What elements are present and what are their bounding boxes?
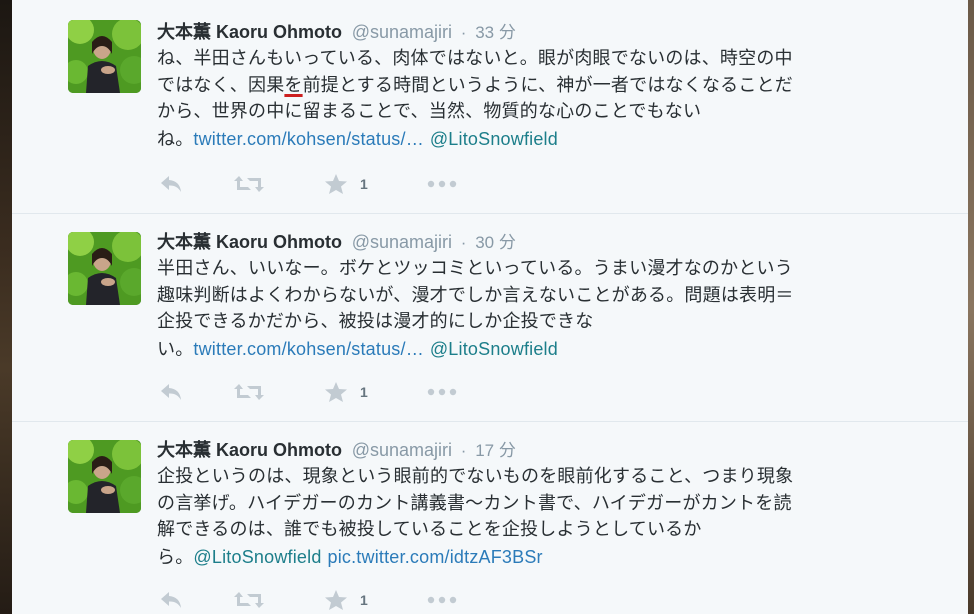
tweet-link[interactable]: twitter.com/kohsen/status/… [193,129,424,149]
tweet-text-line: 企投できるかだから、被投は漫才的にしか企投できな [157,311,594,332]
retweet-button[interactable] [233,378,265,406]
retweet-icon [234,384,264,400]
timestamp[interactable]: 33 分 [475,23,516,42]
tweet-text-line: から、世界の中に留まることで、当然、物質的な心のことでもない [157,101,702,122]
favorite-count: 1 [360,176,368,192]
more-button[interactable] [427,378,457,406]
tweet-actions: 1 [157,170,497,198]
tweet-text: ね、半田さんもいっている、肉体ではないと。眼が肉眼でないのは、時空の中 ではなく… [157,46,897,153]
tweet-link[interactable]: twitter.com/kohsen/status/… [193,339,424,359]
tweet-text-line: 企投というのは、現象という眼前的でないものを眼前化すること、つまり現象 [157,466,794,487]
avatar[interactable] [68,440,141,513]
separator-dot: · [460,233,467,252]
background-left [0,0,12,614]
tweet-header: 大本薫 Kaoru Ohmoto @sunamajiri · 33 分 [157,20,516,45]
tweet-text-line: 半田さん、いいなー。ボケとツッコミといっている。うまい漫才なのかという [157,258,793,279]
fullname[interactable]: 大本薫 Kaoru Ohmoto [157,232,342,252]
more-button[interactable] [427,170,457,198]
favorite-button[interactable]: 1 [324,378,368,406]
username[interactable]: @sunamajiri [352,22,452,42]
avatar[interactable] [68,20,141,93]
tweet-actions: 1 [157,378,497,406]
reply-button[interactable] [159,170,183,198]
more-button[interactable] [427,586,457,614]
mention-link[interactable]: @LitoSnowfield [430,129,558,149]
reply-icon [161,384,181,400]
reply-button[interactable] [159,378,183,406]
username[interactable]: @sunamajiri [352,232,452,252]
tweet-text-line: ではなく、因果を前提とする時間というように、神が一者ではなくなることだ [157,74,793,96]
timestamp[interactable]: 17 分 [475,441,516,460]
tweet-text: 半田さん、いいなー。ボケとツッコミといっている。うまい漫才なのかという 趣味判断… [157,256,897,363]
pic-link[interactable]: pic.twitter.com/idtzAF3BSr [327,547,542,567]
retweet-icon [234,592,264,608]
tweet-text-line: ら。@LitoSnowfield pic.twitter.com/idtzAF3… [157,546,543,568]
retweet-button[interactable] [233,170,265,198]
fullname[interactable]: 大本薫 Kaoru Ohmoto [157,22,342,42]
tweet-text: 企投というのは、現象という眼前的でないものを眼前化すること、つまり現象 の言挙げ… [157,464,897,571]
reply-icon [161,592,181,608]
typo-underline: を [284,74,303,96]
tweet-text-line: ね、半田さんもいっている、肉体ではないと。眼が肉眼でないのは、時空の中 [157,48,793,69]
star-icon [325,382,347,402]
timestamp[interactable]: 30 分 [475,233,516,252]
tweet-text-line: ね。twitter.com/kohsen/status/… @LitoSnowf… [157,128,558,150]
background-right [968,0,974,614]
favorite-count: 1 [360,592,368,608]
reply-button[interactable] [159,586,183,614]
reply-icon [161,176,181,192]
more-icon [427,388,457,396]
tweet-text-line: 趣味判断はよくわからないが、漫才でしか言えないことがある。問題は表明＝ [157,284,794,306]
mention-link[interactable]: @LitoSnowfield [193,547,321,567]
username[interactable]: @sunamajiri [352,440,452,460]
tweet[interactable]: 大本薫 Kaoru Ohmoto @sunamajiri · 33 分 ね、半田… [12,0,968,214]
fullname[interactable]: 大本薫 Kaoru Ohmoto [157,440,342,460]
tweet-header: 大本薫 Kaoru Ohmoto @sunamajiri · 17 分 [157,438,516,463]
tweet-text-line: の言挙げ。ハイデガーのカント講義書〜カント書で、ハイデガーがカントを読 [157,492,792,514]
timeline: 大本薫 Kaoru Ohmoto @sunamajiri · 33 分 ね、半田… [12,0,968,614]
tweet-actions: 1 [157,586,497,614]
more-icon [427,596,457,604]
separator-dot: · [460,441,467,460]
favorite-count: 1 [360,384,368,400]
retweet-button[interactable] [233,586,265,614]
tweet[interactable]: 大本薫 Kaoru Ohmoto @sunamajiri · 30 分 半田さん… [12,214,968,422]
favorite-button[interactable]: 1 [324,170,368,198]
tweet-text-line: 解できるのは、誰でも被投していることを企投しようとしているか [157,519,702,540]
avatar[interactable] [68,232,141,305]
retweet-icon [234,176,264,192]
mention-link[interactable]: @LitoSnowfield [430,339,558,359]
star-icon [325,174,347,194]
more-icon [427,180,457,188]
separator-dot: · [460,23,467,42]
tweet[interactable]: 大本薫 Kaoru Ohmoto @sunamajiri · 17 分 企投とい… [12,422,968,614]
tweet-header: 大本薫 Kaoru Ohmoto @sunamajiri · 30 分 [157,230,516,255]
star-icon [325,590,347,610]
favorite-button[interactable]: 1 [324,586,368,614]
tweet-text-line: い。twitter.com/kohsen/status/… @LitoSnowf… [157,338,558,360]
